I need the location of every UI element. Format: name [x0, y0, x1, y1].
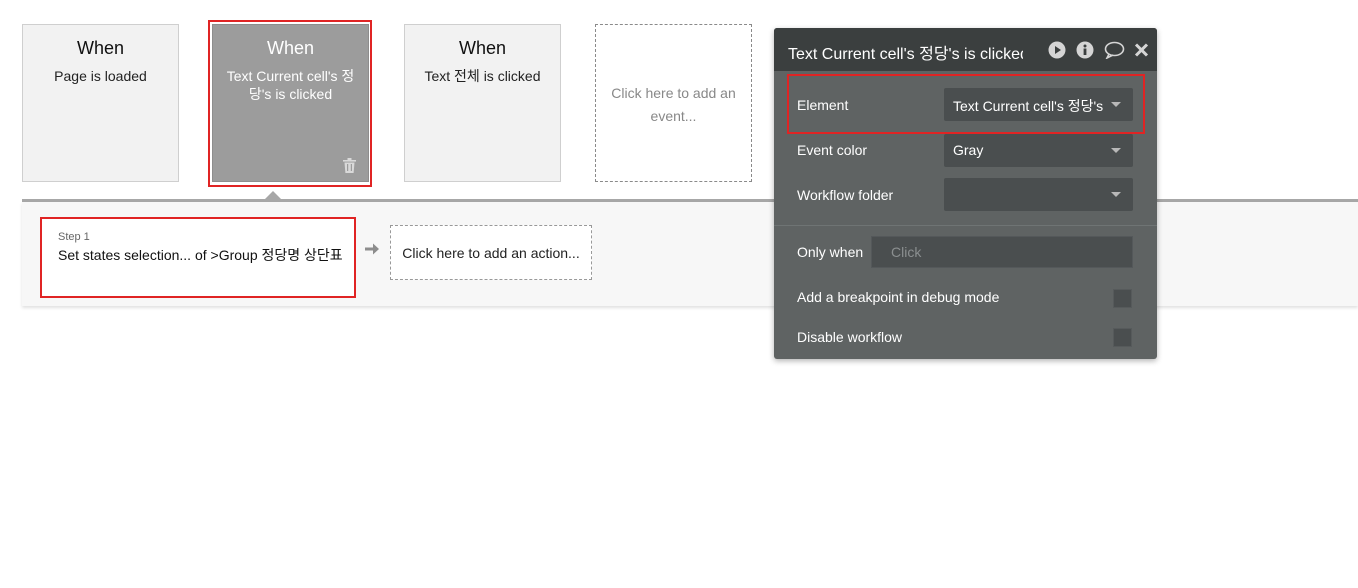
event-when-label: When — [458, 38, 507, 58]
close-icon[interactable] — [1134, 41, 1149, 59]
trash-icon[interactable] — [343, 158, 356, 173]
event-card-text-all-clicked[interactable]: When Text 전체 is clicked — [404, 24, 561, 182]
element-dropdown-value: Text Current cell's 정당's — [953, 98, 1104, 114]
add-event-label: Click here to add an event... — [611, 85, 736, 124]
workflow-folder-dropdown[interactable] — [944, 178, 1133, 211]
chevron-down-icon — [1111, 192, 1121, 197]
panel-divider — [774, 225, 1157, 226]
panel-title: Text Current cell's 정당's is clicked — [788, 46, 1023, 63]
breakpoint-label: Add a breakpoint in debug mode — [797, 289, 1000, 305]
disable-workflow-label: Disable workflow — [797, 329, 903, 345]
play-icon[interactable] — [1048, 41, 1066, 59]
add-event-card[interactable]: Click here to add an event... — [595, 24, 752, 182]
chevron-down-icon — [1111, 148, 1121, 153]
comment-icon[interactable] — [1104, 41, 1125, 59]
event-description: Text Current cell's 정당's is clicked — [226, 68, 355, 102]
event-description: Text 전체 is clicked — [424, 68, 541, 84]
only-when-label: Only when — [797, 244, 864, 260]
event-description: Page is loaded — [54, 68, 147, 84]
panel-header: Text Current cell's 정당's is clicked — [774, 28, 1157, 71]
add-action-button[interactable]: Click here to add an action... — [390, 225, 592, 280]
event-property-editor: Text Current cell's 정당's is clicked Elem… — [774, 28, 1157, 359]
event-color-label: Event color — [797, 142, 868, 158]
event-card-page-loaded[interactable]: When Page is loaded — [22, 24, 179, 182]
arrow-right-icon — [365, 243, 379, 255]
chevron-down-icon — [1111, 102, 1121, 107]
info-icon[interactable] — [1076, 41, 1094, 59]
step-title[interactable]: Set states selection... of >Group 정당명 상단… — [58, 245, 343, 265]
event-card-text-clicked-selected[interactable]: When Text Current cell's 정당's is clicked — [212, 24, 369, 182]
event-when-label: When — [266, 38, 315, 58]
workflow-editor: When Page is loaded When Text Current ce… — [0, 0, 1358, 588]
disable-workflow-checkbox[interactable] — [1113, 328, 1132, 347]
workflow-folder-label: Workflow folder — [797, 187, 894, 203]
event-when-label: When — [76, 38, 125, 58]
element-label: Element — [797, 97, 849, 113]
breakpoint-checkbox[interactable] — [1113, 289, 1132, 308]
event-color-dropdown[interactable]: Gray — [944, 134, 1133, 167]
event-color-value: Gray — [953, 142, 984, 158]
step-number-label: Step 1 — [58, 231, 90, 243]
only-when-input[interactable]: Click — [871, 236, 1133, 268]
element-dropdown[interactable]: Text Current cell's 정당's — [944, 88, 1133, 121]
